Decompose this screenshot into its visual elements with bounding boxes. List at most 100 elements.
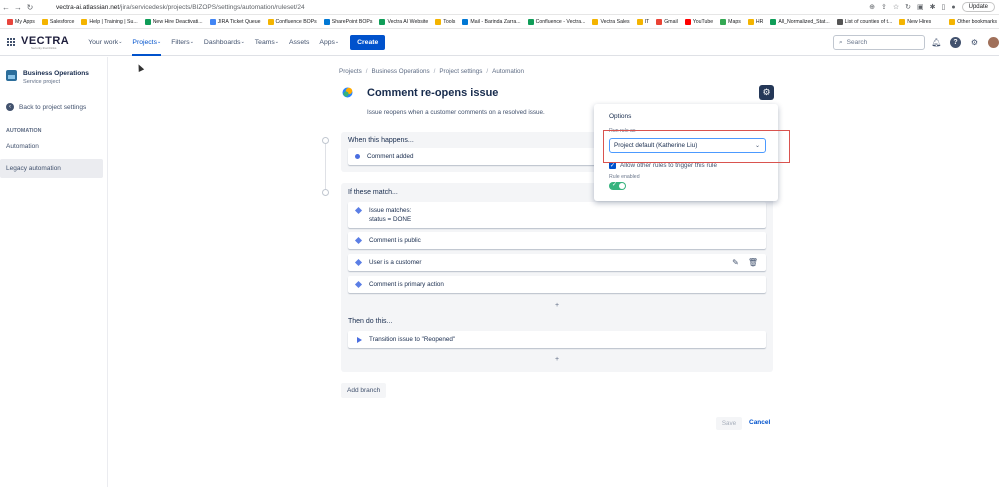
- sidebar-icon[interactable]: ▯: [942, 3, 946, 11]
- nav-item-dashboards[interactable]: Dashboards ⌄: [199, 29, 250, 56]
- condition-card[interactable]: Comment is primary action: [348, 276, 766, 293]
- edit-pencil-icon[interactable]: ✎: [732, 258, 739, 267]
- bookmark-favicon-icon: [144, 18, 151, 25]
- bookmark-favicon-icon: [684, 18, 691, 25]
- logo-tagline: Security that thinks: [31, 45, 57, 50]
- bookmark-label: Gmail: [664, 18, 678, 25]
- bookmark-favicon-icon: [379, 18, 386, 25]
- trigger-heading: When this happens...: [348, 137, 414, 144]
- zoom-icon[interactable]: ⊕: [869, 3, 875, 11]
- breadcrumb-link[interactable]: Project settings: [439, 68, 482, 75]
- primary-nav: Your work ⌄ Projects ⌄ Filters ⌄ Dashboards…: [83, 29, 344, 56]
- back-to-project-settings-link[interactable]: ‹ Back to project settings: [6, 103, 107, 111]
- delete-trash-icon[interactable]: 🗑︎: [748, 258, 758, 267]
- bookmark-item[interactable]: List of counties of t...: [836, 18, 892, 25]
- bookmark-item[interactable]: Confluence BOPs: [267, 18, 317, 25]
- bookmark-item[interactable]: YouTube: [684, 18, 713, 25]
- puzzle-icon[interactable]: ✱: [930, 3, 936, 11]
- refresh-extension-icon[interactable]: ↻: [905, 3, 911, 11]
- nav-item-label: Projects: [132, 38, 157, 46]
- notifications-icon[interactable]: 🔔︎: [931, 37, 942, 48]
- star-icon[interactable]: ☆: [893, 3, 899, 11]
- trigger-node: [322, 137, 329, 144]
- bookmark-favicon-icon: [41, 18, 48, 25]
- nav-item-projects[interactable]: Projects ⌄: [127, 29, 166, 56]
- gear-icon: ⚙: [762, 87, 771, 97]
- bookmark-item[interactable]: Salesforce: [41, 18, 75, 25]
- update-button[interactable]: Update: [961, 2, 995, 12]
- rule-enabled-toggle[interactable]: ✓: [609, 182, 626, 190]
- condition-detail: status = DONE: [369, 216, 412, 223]
- nav-item-assets[interactable]: Assets: [284, 29, 314, 56]
- sidebar-item-legacy-automation[interactable]: Legacy automation: [0, 159, 103, 178]
- nav-item-apps[interactable]: Apps ⌄: [314, 29, 344, 56]
- bookmark-label: Help | Training | Su...: [89, 18, 138, 25]
- bookmark-item[interactable]: Confluence - Vectra...: [527, 18, 585, 25]
- bookmark-favicon-icon: [770, 18, 777, 25]
- bookmark-item[interactable]: New Hire Deactivati...: [144, 18, 203, 25]
- chevron-down-icon: ⌄: [189, 39, 194, 45]
- user-avatar[interactable]: [988, 37, 999, 48]
- search-input[interactable]: ⌕ Search: [833, 35, 925, 50]
- bookmark-item[interactable]: Vectra AI Website: [379, 18, 428, 25]
- condition-node: [322, 189, 329, 196]
- breadcrumb-link[interactable]: Projects: [339, 68, 362, 75]
- allow-other-rules-label: Allow other rules to trigger this rule: [620, 162, 717, 169]
- breadcrumb-link[interactable]: Business Operations: [372, 68, 430, 75]
- condition-card[interactable]: User is a customer ✎ 🗑︎: [348, 254, 766, 271]
- vectra-logo[interactable]: VECTRA Security that thinks: [21, 35, 69, 50]
- bookmark-item[interactable]: All_Normalized_Stat...: [770, 18, 830, 25]
- reload-icon[interactable]: ↻: [24, 3, 36, 12]
- bookmarks-bar: My Apps Salesforce Help | Training | Su...…: [0, 15, 999, 29]
- back-label: Back to project settings: [19, 103, 87, 111]
- nav-item-label: Teams: [254, 38, 275, 46]
- bookmark-item[interactable]: Tools: [435, 18, 455, 25]
- bookmark-item[interactable]: Maps: [720, 18, 741, 25]
- nav-item-your-work[interactable]: Your work ⌄: [83, 29, 127, 56]
- save-button[interactable]: Save: [716, 417, 742, 430]
- bookmark-item[interactable]: Vectra Sales: [592, 18, 630, 25]
- cancel-button[interactable]: Cancel: [749, 419, 770, 426]
- action-label: Transition issue to "Reopened": [369, 336, 456, 343]
- chevron-down-icon: ⌄: [274, 39, 279, 45]
- add-branch-button[interactable]: Add branch: [341, 383, 387, 398]
- bookmark-item[interactable]: HR: [747, 18, 763, 25]
- bookmark-item[interactable]: Help | Training | Su...: [81, 18, 138, 25]
- url-field[interactable]: vectra-ai.atlassian.net/jira/servicedesk…: [56, 4, 869, 11]
- nav-item-teams[interactable]: Teams ⌄: [250, 29, 284, 56]
- bookmark-item[interactable]: Mail - Barinda Zarra...: [462, 18, 521, 25]
- condition-card[interactable]: Comment is public: [348, 232, 766, 249]
- bookmark-item[interactable]: JIRA Ticket Queue: [209, 18, 261, 25]
- bookmark-label: Salesforce: [49, 18, 75, 25]
- profile-icon[interactable]: ●: [951, 4, 955, 11]
- project-header[interactable]: Business Operations Service project: [0, 57, 107, 85]
- bookmark-favicon-icon: [836, 18, 843, 25]
- bookmark-item[interactable]: SharePoint BOPs: [323, 18, 372, 25]
- allow-other-rules-checkbox[interactable]: ✓: [609, 162, 616, 169]
- bookmark-favicon-icon: [720, 18, 727, 25]
- nav-item-filters[interactable]: Filters ⌄: [166, 29, 199, 56]
- bookmark-item[interactable]: My Apps: [7, 18, 35, 25]
- extension-icon[interactable]: ▣: [917, 3, 924, 11]
- rule-options-gear-button[interactable]: ⚙: [759, 85, 774, 100]
- settings-gear-icon[interactable]: ⚙: [969, 37, 980, 48]
- search-icon: ⌕: [839, 38, 843, 46]
- other-bookmarks[interactable]: Other bookmarks: [949, 18, 997, 25]
- action-card[interactable]: Transition issue to "Reopened": [348, 331, 766, 348]
- condition-card[interactable]: Issue matches: status = DONE: [348, 202, 766, 228]
- help-icon[interactable]: ?: [950, 37, 961, 48]
- forward-arrow-icon[interactable]: →: [12, 3, 24, 12]
- bookmark-item[interactable]: New Hires: [899, 18, 931, 25]
- bookmark-item[interactable]: IT: [636, 18, 649, 25]
- add-action-plus-button[interactable]: +: [555, 356, 559, 363]
- app-switcher-icon[interactable]: [7, 38, 15, 46]
- create-button[interactable]: Create: [350, 34, 386, 50]
- share-icon[interactable]: ⇪: [881, 3, 887, 11]
- add-component-plus-button[interactable]: +: [555, 302, 559, 309]
- trigger-bullet-icon: [355, 154, 360, 159]
- sidebar-item-automation[interactable]: Automation: [0, 137, 103, 156]
- back-arrow-icon[interactable]: ←: [0, 3, 12, 12]
- breadcrumb-link[interactable]: Automation: [492, 68, 524, 75]
- bookmark-favicon-icon: [209, 18, 216, 25]
- bookmark-item[interactable]: Gmail: [656, 18, 678, 25]
